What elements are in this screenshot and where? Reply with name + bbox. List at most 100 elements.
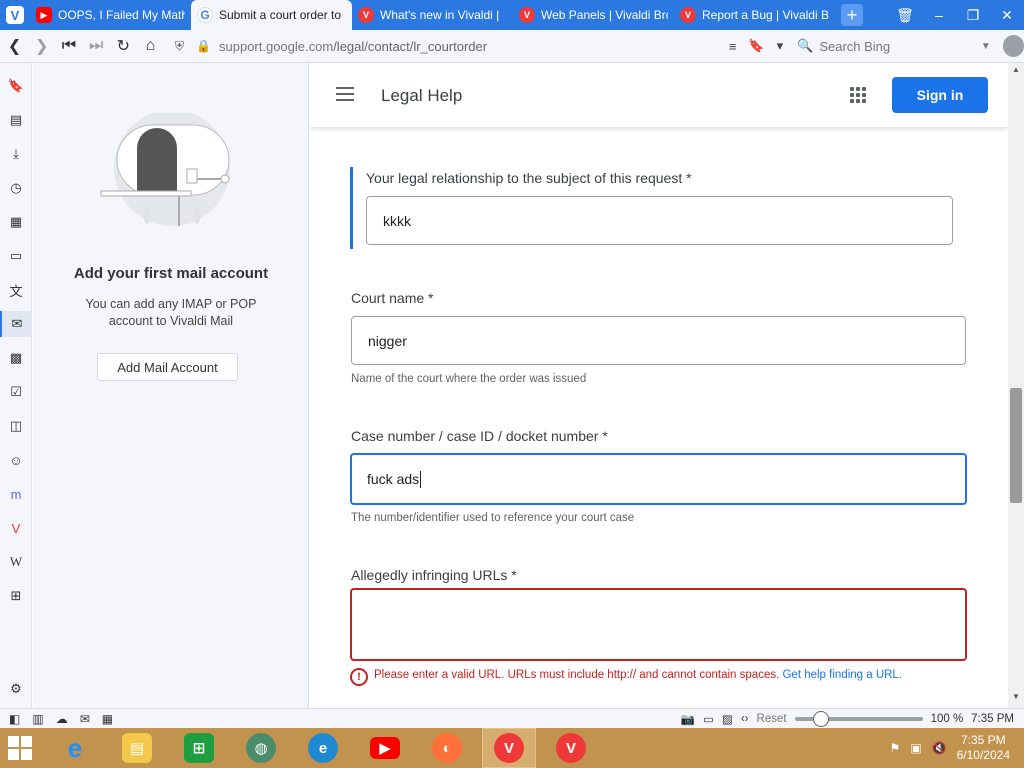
minimize-button[interactable]: – (922, 7, 956, 23)
network-icon[interactable]: ▣ (910, 741, 921, 755)
sync-cloud-icon[interactable]: ☁ (56, 712, 68, 726)
taskbar-edge[interactable]: e (296, 728, 350, 768)
youtube-icon: ▶ (370, 737, 400, 759)
zoom-reset-button[interactable]: Reset (757, 713, 787, 725)
tab-whats-new[interactable]: V What's new in Vivaldi | (352, 0, 513, 30)
taskbar-clock[interactable]: 7:35 PM 6/10/2024 (957, 733, 1010, 763)
case-number-input[interactable]: fuck ads (350, 453, 967, 505)
page-actions-icon[interactable]: ‹› (741, 713, 749, 725)
settings-gear-icon[interactable]: ⚙ (0, 676, 32, 702)
taskbar-firefox[interactable]: ◐ (420, 728, 474, 768)
section-accent-bar (350, 167, 353, 249)
relationship-input[interactable]: kkkk (366, 196, 953, 245)
reader-view-icon[interactable]: ≡ (729, 39, 737, 54)
rewind-button[interactable]: ⏮ (56, 33, 81, 59)
translate-icon[interactable]: 文 (0, 277, 32, 303)
tab-court-order[interactable]: G Submit a court order to (191, 0, 352, 30)
taskbar-vivaldi[interactable]: V (544, 728, 598, 768)
panel-toggle-icon[interactable]: ◧ (9, 712, 20, 726)
history-icon[interactable]: ◷ (0, 175, 32, 201)
vivaldi-icon[interactable]: V (0, 515, 32, 541)
scroll-up-arrow-icon[interactable]: ▲ (1008, 65, 1024, 74)
page-scrollbar[interactable]: ▲ ▼ (1008, 63, 1024, 708)
mail-icon[interactable]: ✉ (0, 311, 32, 337)
reload-button[interactable]: ↻ (111, 33, 136, 59)
fast-forward-button[interactable]: ⏭ (84, 33, 109, 59)
close-button[interactable]: ✕ (990, 7, 1024, 24)
file-explorer-icon: ▤ (122, 733, 152, 763)
vivaldi-icon: V (519, 7, 535, 23)
notes-icon[interactable]: ▦ (0, 209, 32, 235)
trash-icon[interactable]: 🗑 (888, 7, 922, 24)
url-path: /legal/contact/lr_courtorder (333, 38, 488, 54)
capture-icon[interactable]: 📷 (681, 712, 695, 726)
back-button[interactable]: ❮ (2, 33, 27, 59)
hamburger-menu-icon[interactable] (336, 87, 354, 101)
calendar-icon[interactable]: ▩ (0, 345, 32, 371)
taskbar-explorer[interactable]: ▤ (110, 728, 164, 768)
page-header: Legal Help Sign in (310, 63, 1008, 127)
home-button[interactable]: ⌂ (138, 33, 163, 59)
url-domain: support.google.com (219, 38, 334, 54)
bookmark-icon[interactable]: 🔖 (748, 38, 764, 54)
mailbox-illustration-icon (100, 113, 230, 226)
contacts-icon[interactable]: ☺ (0, 447, 32, 473)
window-panel-icon[interactable]: ▭ (0, 243, 32, 269)
taskbar-store[interactable]: ⊞ (172, 728, 226, 768)
page-tiling-icon[interactable]: ▭ (703, 712, 714, 726)
wikipedia-icon[interactable]: W (0, 549, 32, 575)
chevron-down-icon[interactable]: ▾ (777, 38, 784, 54)
feeds-icon[interactable]: ◫ (0, 413, 32, 439)
court-name-input[interactable]: nigger (351, 316, 966, 365)
address-bar: ❮ ❯ ⏮ ⏭ ↻ ⌂ ⛨ 🔒 support.google.com/legal… (0, 30, 1024, 63)
profile-avatar[interactable] (1002, 35, 1024, 57)
help-finding-url-link[interactable]: Get help finding a URL. (782, 669, 902, 681)
google-apps-icon[interactable] (850, 87, 866, 103)
bookmarks-panel-icon[interactable]: 🔖 (0, 73, 32, 99)
zoom-slider[interactable] (794, 710, 923, 727)
taskbar-date: 6/10/2024 (956, 748, 1010, 762)
zoom-slider-knob[interactable] (813, 710, 830, 727)
new-tab-button[interactable]: + (841, 4, 863, 26)
taskbar-globe[interactable]: ◍ (234, 728, 288, 768)
google-icon: G (197, 7, 213, 23)
forward-button[interactable]: ❯ (29, 33, 54, 59)
taskbar-youtube[interactable]: ▶ (358, 728, 412, 768)
tab-title: Report a Bug | Vivaldi B (702, 8, 829, 22)
search-field[interactable]: 🔍 Search Bing ▼ (797, 33, 991, 59)
sign-in-button[interactable]: Sign in (892, 77, 988, 113)
vivaldi-menu-button[interactable]: V (0, 0, 30, 30)
url-field[interactable]: ⛨ 🔒 support.google.com/legal/contact/lr_… (171, 33, 723, 59)
chevron-down-icon[interactable]: ▼ (981, 41, 991, 52)
case-number-label: Case number / case ID / docket number * (351, 428, 608, 444)
tab-youtube[interactable]: ▶ OOPS, I Failed My Math (30, 0, 191, 30)
action-center-flag-icon[interactable]: ⚑ (890, 741, 901, 755)
calendar-status-icon[interactable]: ▦ (102, 712, 113, 726)
scroll-down-arrow-icon[interactable]: ▼ (1008, 692, 1024, 701)
urls-textarea[interactable] (350, 588, 967, 661)
downloads-icon[interactable]: ⤓ (0, 141, 32, 167)
tab-title: OOPS, I Failed My Math (58, 8, 185, 22)
scrollbar-thumb[interactable] (1010, 388, 1022, 503)
window-controls: 🗑 – ❐ ✕ (888, 0, 1024, 30)
tab-web-panels[interactable]: V Web Panels | Vivaldi Bro (513, 0, 674, 30)
tasks-icon[interactable]: ☑ (0, 379, 32, 405)
taskbar-vivaldi-active[interactable]: V (482, 728, 536, 768)
image-toggle-icon[interactable]: ▨ (722, 712, 733, 726)
add-mail-account-button[interactable]: Add Mail Account (97, 353, 238, 381)
tab-report-bug[interactable]: V Report a Bug | Vivaldi B (674, 0, 835, 30)
reading-list-icon[interactable]: ▤ (0, 107, 32, 133)
tab-tiling-icon[interactable]: ▥ (32, 712, 43, 726)
taskbar-ie[interactable]: e (48, 728, 102, 768)
zoom-level: 100 % (930, 712, 964, 725)
page-title: Legal Help (381, 86, 463, 105)
tab-bar: V ▶ OOPS, I Failed My Math G Submit a co… (0, 0, 1024, 30)
lock-icon: 🔒 (196, 39, 211, 53)
restore-button[interactable]: ❐ (956, 7, 990, 24)
mastodon-icon[interactable]: m (0, 481, 32, 507)
add-panel-icon[interactable]: ⊞ (0, 583, 32, 609)
mail-status-icon[interactable]: ✉ (80, 712, 90, 726)
shield-icon[interactable]: ⛨ (175, 39, 184, 54)
start-button[interactable] (0, 728, 40, 768)
volume-muted-icon[interactable]: 🔇 (932, 741, 947, 755)
